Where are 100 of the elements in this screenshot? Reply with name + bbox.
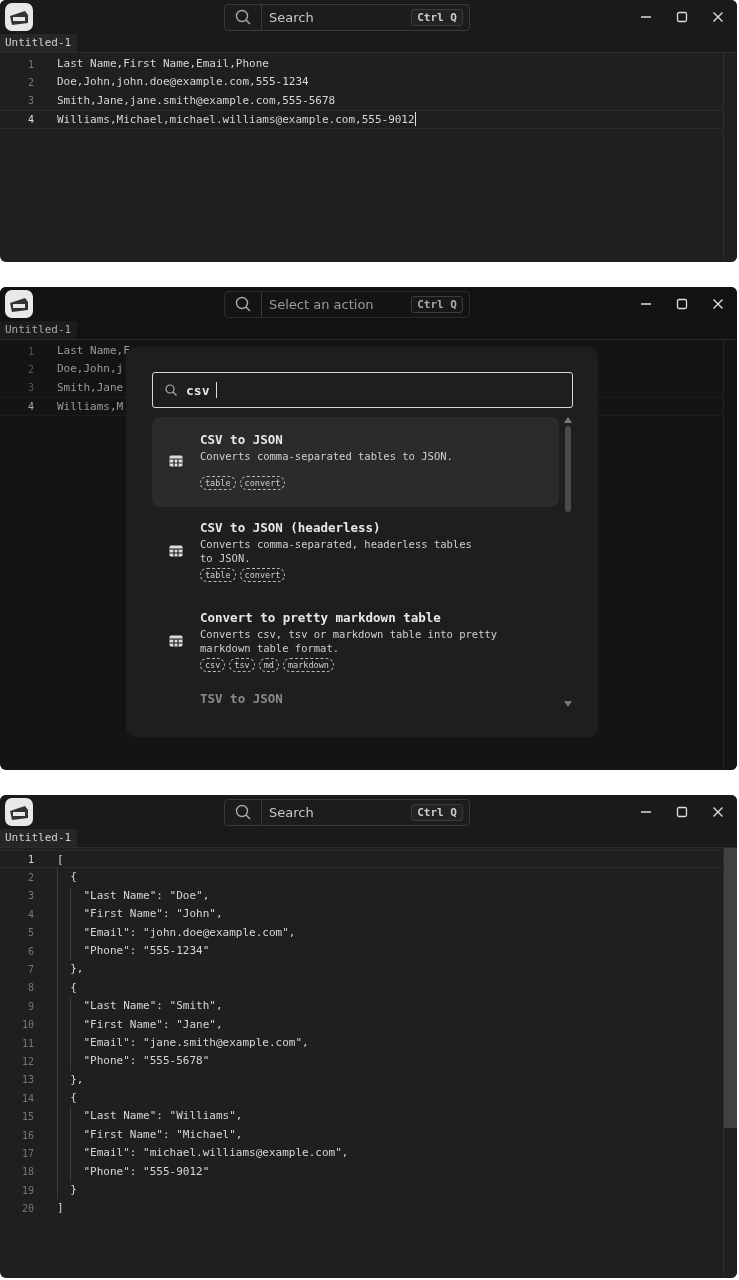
code-line: "Email": "john.doe@example.com", <box>57 923 296 942</box>
code-line: "Last Name": "Smith", <box>57 997 223 1016</box>
action-title: TSV to JSON <box>200 691 283 706</box>
code-line: "First Name": "Jane", <box>57 1015 223 1034</box>
code-line: ] <box>57 1200 64 1217</box>
file-tab[interactable]: Untitled-1 <box>0 829 78 847</box>
scrollbar-thumb[interactable] <box>724 848 737 1128</box>
line-number: 1 <box>26 58 34 70</box>
code-line: "First Name": "Michael", <box>57 1125 243 1145</box>
line-number: 7 <box>26 964 34 976</box>
code-line: Smith,Jane,jane.smith@example.com,555-5678 <box>57 92 336 109</box>
line-number: 12 <box>20 1056 34 1067</box>
app-logo-icon <box>4 797 34 827</box>
table-icon <box>169 635 183 647</box>
code-line: Last Name,First Name,Email,Phone <box>57 56 269 72</box>
action-title: CSV to JSON <box>200 432 284 447</box>
code-line: "First Name": "John", <box>57 905 223 924</box>
line-number: 3 <box>26 95 34 107</box>
scroll-down-icon[interactable] <box>564 701 572 707</box>
search-button[interactable]: Search Ctrl Q <box>224 798 470 826</box>
line-number: 4 <box>26 113 34 125</box>
file-tab[interactable]: Untitled-1 <box>0 34 78 52</box>
line-number: 14 <box>20 1092 34 1104</box>
search-label: Search <box>268 9 315 25</box>
code-line: "Last Name": "Doe", <box>57 886 210 906</box>
app-logo-icon <box>4 2 34 32</box>
maximize-icon[interactable] <box>676 11 688 23</box>
action-description: Converts comma-separated tables to JSON. <box>200 449 453 463</box>
code-line: "Email": "jane.smith@example.com", <box>57 1033 309 1053</box>
line-number: 3 <box>26 890 34 902</box>
line-number: 1 <box>26 853 34 865</box>
line-number: 11 <box>20 1037 34 1049</box>
search-icon <box>235 296 251 312</box>
app-logo-icon <box>4 289 34 319</box>
code-line: { <box>57 1089 77 1108</box>
code-line: Smith,Jane <box>57 379 124 396</box>
file-tab[interactable]: Untitled-1 <box>0 321 78 339</box>
code-line: "Phone": "555-9012" <box>57 1162 210 1182</box>
line-number: 2 <box>26 364 34 376</box>
line-number: 18 <box>20 1166 34 1178</box>
code-line: "Last Name": "Williams", <box>57 1107 243 1126</box>
code-line: } <box>57 1181 77 1200</box>
code-line: "Phone": "555-1234" <box>57 941 210 961</box>
shortcut-key: Ctrl Q <box>411 295 463 313</box>
action-item[interactable]: CSV to JSON (headerless) Converts comma-separated, headerless tables to JSON. table convert <box>152 507 559 597</box>
line-number: 3 <box>26 382 34 394</box>
action-title: CSV to JSON (headerless) <box>200 520 382 535</box>
line-number: 9 <box>26 1000 34 1012</box>
code-line: Last Name,F <box>57 343 130 359</box>
code-line: Doe,John,j <box>57 361 124 378</box>
code-line: Williams,Michael,michael.williams@example.com,555-9012 <box>57 112 415 128</box>
scrollbar[interactable] <box>723 848 737 1278</box>
line-number: 15 <box>20 1111 34 1123</box>
code-line: { <box>57 868 77 887</box>
search-icon <box>235 9 251 25</box>
line-number: 5 <box>26 927 34 939</box>
search-field[interactable]: csv <box>152 372 573 408</box>
shortcut-key: Ctrl Q <box>411 803 463 821</box>
action-description: Converts comma-separated, headerless tables to JSON. <box>200 537 472 565</box>
line-number: 16 <box>20 1129 34 1141</box>
close-icon[interactable] <box>712 11 724 23</box>
line-number: 4 <box>26 908 34 920</box>
code-line: }, <box>57 1070 84 1090</box>
action-item[interactable]: CSV to JSON Converts comma-separated tables to JSON. table convert <box>152 417 559 507</box>
search-icon <box>235 804 251 820</box>
scrollbar-thumb[interactable] <box>565 426 571 512</box>
code-line: Williams,M <box>57 399 124 415</box>
line-number: 8 <box>26 982 34 994</box>
action-title: Convert to pretty markdown table <box>200 610 442 625</box>
code-line: "Email": "michael.williams@example.com", <box>57 1144 349 1163</box>
action-item[interactable]: Convert to pretty markdown table Converts csv, tsv or markdown table into pretty markdown table format. csv tsv md markdown <box>152 597 559 687</box>
shortcut-key: Ctrl Q <box>411 8 463 26</box>
text-cursor <box>414 112 416 127</box>
action-description: Converts csv, tsv or markdown table into pretty markdown table format. <box>200 627 498 655</box>
code-line: Doe,John,john.doe@example.com,555-1234 <box>57 74 309 91</box>
table-icon <box>169 545 183 557</box>
line-number: 4 <box>26 400 34 412</box>
scroll-up-icon[interactable] <box>564 417 572 423</box>
code-line: { <box>57 978 77 998</box>
line-number: 20 <box>20 1203 34 1215</box>
maximize-icon[interactable] <box>676 298 688 310</box>
line-number: 6 <box>26 945 34 957</box>
maximize-icon[interactable] <box>676 806 688 818</box>
search-button[interactable]: Select an action Ctrl Q <box>224 290 470 318</box>
search-label: Select an action <box>268 296 375 312</box>
scrollbar[interactable] <box>723 340 737 770</box>
line-number: 2 <box>26 872 34 884</box>
code-line: }, <box>57 960 84 979</box>
search-icon <box>165 384 177 396</box>
line-number: 19 <box>20 1184 34 1196</box>
line-number: 1 <box>26 345 34 357</box>
search-button[interactable]: Search Ctrl Q <box>224 3 470 31</box>
scrollbar[interactable] <box>723 53 737 262</box>
table-icon <box>169 455 183 467</box>
code-line: "Phone": "555-5678" <box>57 1052 210 1071</box>
close-icon[interactable] <box>712 298 724 310</box>
close-icon[interactable] <box>712 806 724 818</box>
line-number: 10 <box>20 1019 34 1031</box>
line-number: 13 <box>20 1074 34 1086</box>
action-item[interactable]: TSV to JSON <box>152 687 559 711</box>
